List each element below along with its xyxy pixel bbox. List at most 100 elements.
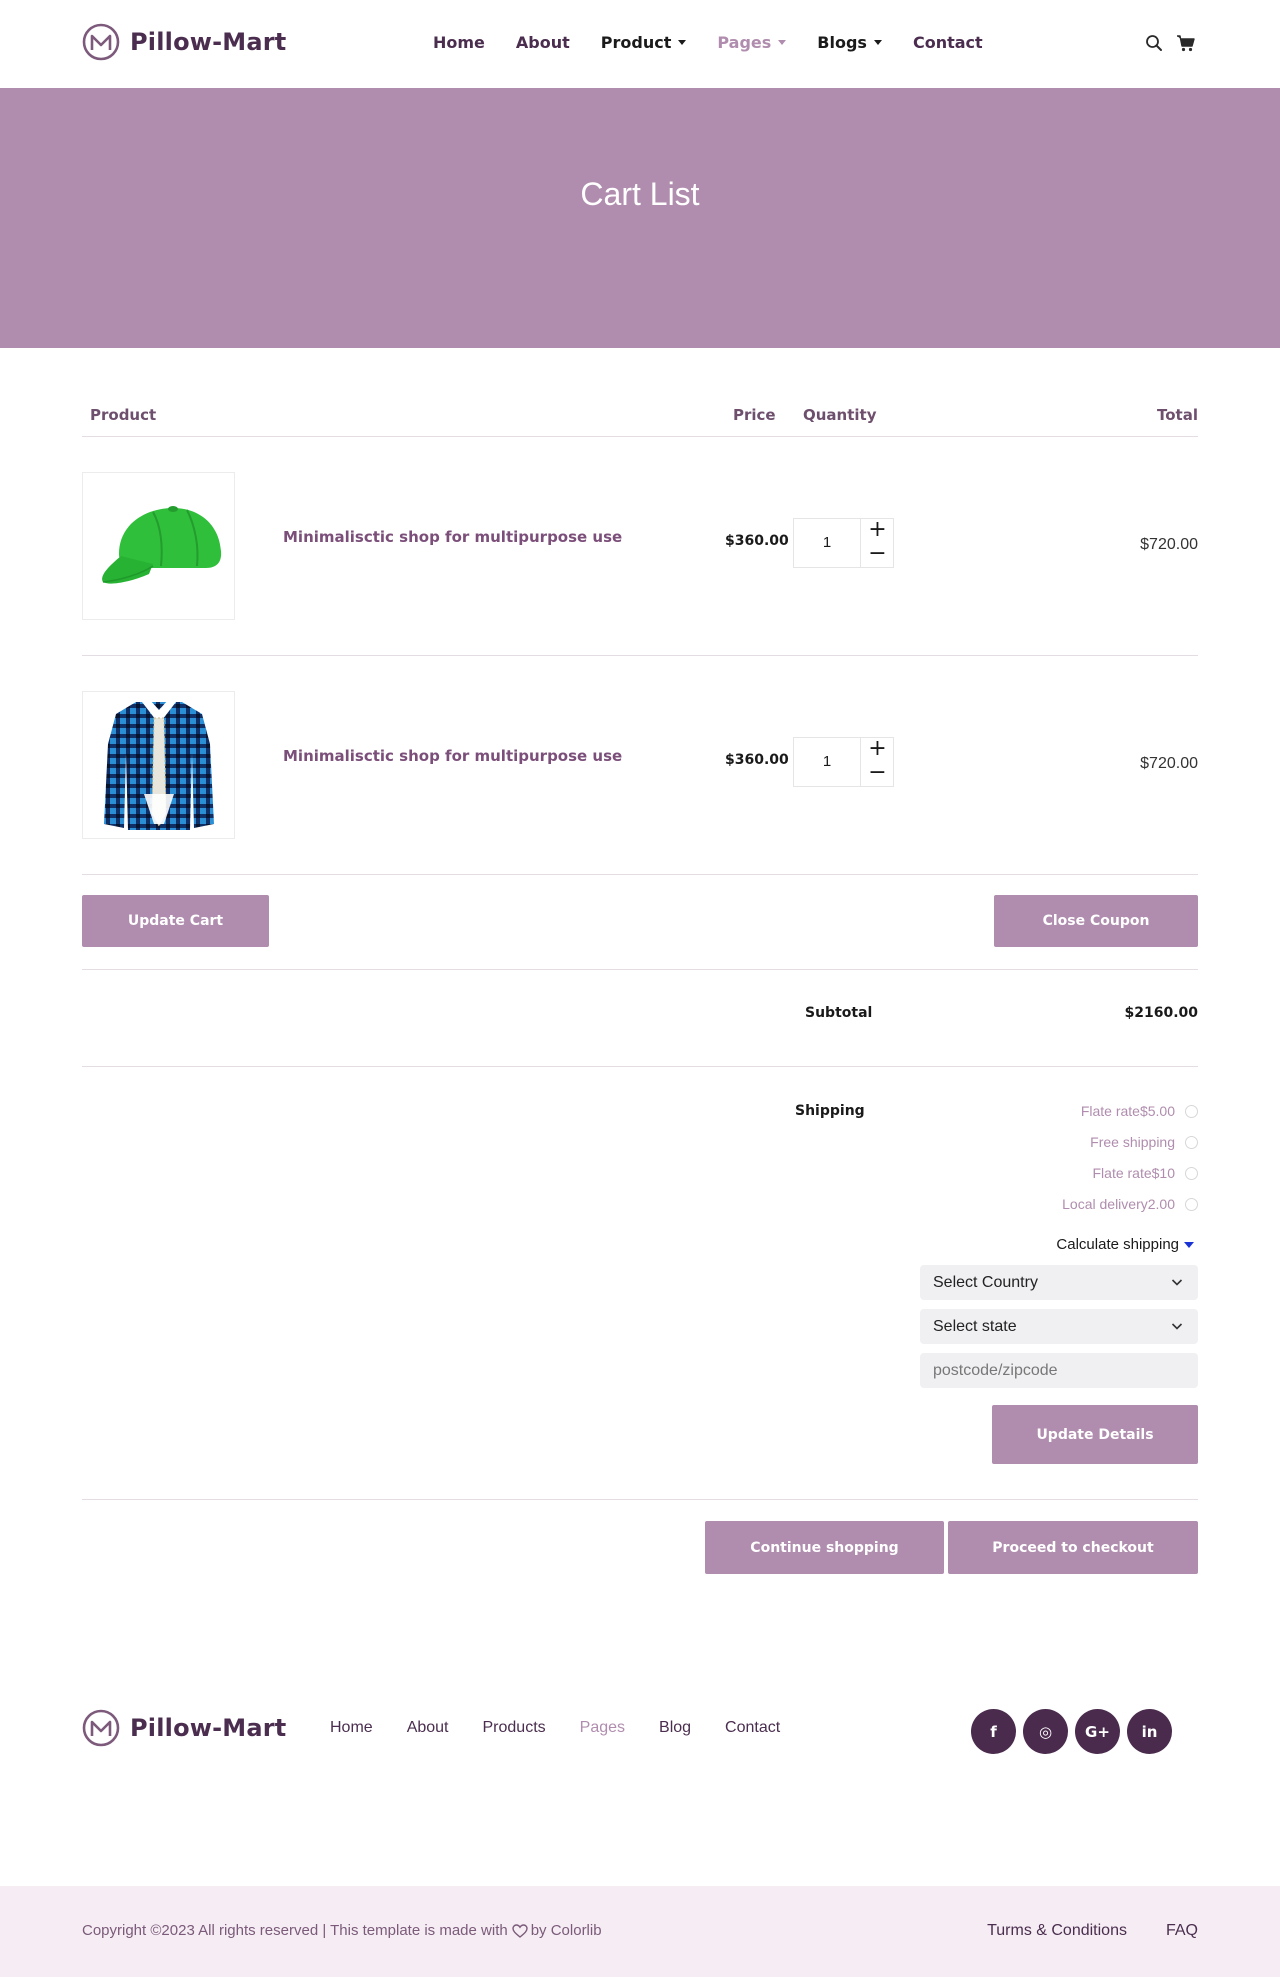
country-select-value: Select Country: [933, 1273, 1038, 1291]
linkedin-icon[interactable]: in: [1127, 1709, 1172, 1754]
divider: [82, 655, 1198, 656]
caret-down-icon: [1184, 1241, 1194, 1248]
quantity-stepper: 1 + −: [793, 518, 894, 568]
radio-button[interactable]: [1185, 1104, 1198, 1118]
page-title: Cart List: [580, 176, 700, 212]
terms-link[interactable]: Turms & Conditions: [987, 1922, 1127, 1940]
nav-contact[interactable]: Contact: [913, 33, 983, 52]
brand-name: Pillow-Mart: [130, 1714, 287, 1742]
main-nav: Home About Product Pages Blogs Contact: [433, 33, 1014, 52]
column-header-quantity: Quantity: [803, 406, 877, 424]
logo-icon: [82, 23, 120, 61]
subtotal-label: Subtotal: [805, 1005, 873, 1021]
cart-icon[interactable]: [1176, 33, 1196, 53]
radio-button[interactable]: [1185, 1135, 1198, 1149]
column-header-product: Product: [90, 406, 157, 424]
increment-button[interactable]: +: [861, 738, 894, 762]
column-header-price: Price: [733, 406, 776, 424]
cart-item-image[interactable]: [82, 691, 235, 839]
shipping-option-label: Flate rate$5.00: [1080, 1103, 1175, 1119]
subtotal-value: $2160.00: [1124, 1005, 1198, 1021]
plaid-shirt-image: [104, 700, 214, 830]
quantity-buttons: + −: [860, 738, 893, 786]
divider: [82, 436, 1198, 437]
divider: [82, 1066, 1198, 1067]
column-header-total: Total: [1157, 406, 1198, 424]
divider: [82, 874, 1198, 875]
increment-button[interactable]: +: [861, 519, 894, 543]
radio-button[interactable]: [1185, 1197, 1198, 1211]
shipping-label: Shipping: [795, 1103, 865, 1119]
postcode-placeholder: postcode/zipcode: [933, 1361, 1058, 1379]
facebook-icon[interactable]: f: [971, 1709, 1016, 1754]
social-links: f ◎ G+ in: [971, 1709, 1179, 1754]
footer-logo[interactable]: Pillow-Mart: [82, 1709, 286, 1747]
calculate-shipping-label: Calculate shipping: [1056, 1236, 1179, 1253]
copyright: Copyright ©2023 All rights reserved | Th…: [82, 1922, 602, 1939]
footer-nav-blog[interactable]: Blog: [659, 1719, 691, 1737]
update-details-button[interactable]: Update Details: [992, 1405, 1198, 1464]
cart-item-price: $360.00: [725, 752, 789, 768]
footer-bottom-links: Turms & Conditions FAQ: [948, 1922, 1198, 1940]
shipping-option-flat-rate-5[interactable]: Flate rate$5.00: [1081, 1103, 1198, 1119]
nav-product[interactable]: Product: [601, 33, 687, 52]
nav-about[interactable]: About: [516, 33, 570, 52]
nav-pages-label: Pages: [717, 33, 772, 52]
country-select[interactable]: Select Country: [920, 1265, 1198, 1300]
cart-item-name[interactable]: Minimalisctic shop for multipurpose use: [283, 528, 622, 546]
footer-nav-contact[interactable]: Contact: [725, 1719, 780, 1737]
decrement-button[interactable]: −: [861, 543, 894, 567]
divider: [82, 969, 1198, 970]
shipping-option-label: Flate rate$10: [1092, 1165, 1176, 1181]
green-cap-image: [102, 506, 222, 584]
shipping-option-flat-rate-10[interactable]: Flate rate$10: [1092, 1165, 1198, 1181]
google-plus-icon[interactable]: G+: [1075, 1709, 1120, 1754]
shipping-option-local-delivery[interactable]: Local delivery2.00: [1062, 1196, 1198, 1212]
radio-button[interactable]: [1185, 1166, 1198, 1180]
close-coupon-button[interactable]: Close Coupon: [994, 895, 1198, 947]
faq-link[interactable]: FAQ: [1166, 1922, 1198, 1940]
brand-name: Pillow-Mart: [130, 28, 287, 56]
quantity-input[interactable]: 1: [794, 519, 860, 567]
copyright-suffix[interactable]: by Colorlib: [531, 1922, 602, 1939]
state-select-value: Select state: [933, 1317, 1017, 1335]
shipping-option-label: Local delivery2.00: [1062, 1196, 1175, 1212]
logo-icon: [82, 1709, 120, 1747]
chevron-down-icon: [1171, 1279, 1183, 1286]
cart-item-name[interactable]: Minimalisctic shop for multipurpose use: [283, 747, 622, 765]
copyright-prefix: Copyright ©2023 All rights reserved | Th…: [82, 1922, 508, 1939]
heart-icon: [512, 1923, 528, 1938]
continue-shopping-button[interactable]: Continue shopping: [705, 1521, 944, 1574]
state-select[interactable]: Select state: [920, 1309, 1198, 1344]
nav-blogs[interactable]: Blogs: [817, 33, 882, 52]
quantity-stepper: 1 + −: [793, 737, 894, 787]
footer-nav-about[interactable]: About: [407, 1719, 449, 1737]
footer-nav-products[interactable]: Products: [483, 1719, 546, 1737]
footer-nav-home[interactable]: Home: [330, 1719, 373, 1737]
page-banner: Cart List: [0, 88, 1280, 348]
instagram-icon[interactable]: ◎: [1023, 1709, 1068, 1754]
cart-item-image[interactable]: [82, 472, 235, 620]
cart-item-price: $360.00: [725, 533, 789, 549]
update-cart-button[interactable]: Update Cart: [82, 895, 269, 947]
quantity-buttons: + −: [860, 519, 893, 567]
caret-down-icon: [873, 40, 882, 45]
nav-pages[interactable]: Pages: [717, 33, 787, 52]
calculate-shipping-toggle[interactable]: Calculate shipping: [1056, 1236, 1194, 1253]
postcode-input[interactable]: postcode/zipcode: [920, 1353, 1198, 1388]
proceed-to-checkout-button[interactable]: Proceed to checkout: [948, 1521, 1198, 1574]
quantity-input[interactable]: 1: [794, 738, 860, 786]
footer-bottom-bar: Copyright ©2023 All rights reserved | Th…: [0, 1886, 1280, 1977]
footer-nav-pages[interactable]: Pages: [580, 1719, 625, 1737]
cart-item-total: $720.00: [1140, 536, 1198, 553]
search-icon[interactable]: [1144, 33, 1164, 53]
decrement-button[interactable]: −: [861, 762, 894, 786]
nav-product-label: Product: [600, 33, 672, 52]
divider: [82, 1499, 1198, 1500]
caret-down-icon: [678, 40, 687, 45]
caret-down-icon: [778, 40, 787, 45]
shipping-option-free[interactable]: Free shipping: [1090, 1134, 1198, 1150]
nav-home[interactable]: Home: [433, 33, 485, 52]
brand-logo[interactable]: Pillow-Mart: [82, 23, 286, 61]
header-icons: [1144, 33, 1196, 53]
